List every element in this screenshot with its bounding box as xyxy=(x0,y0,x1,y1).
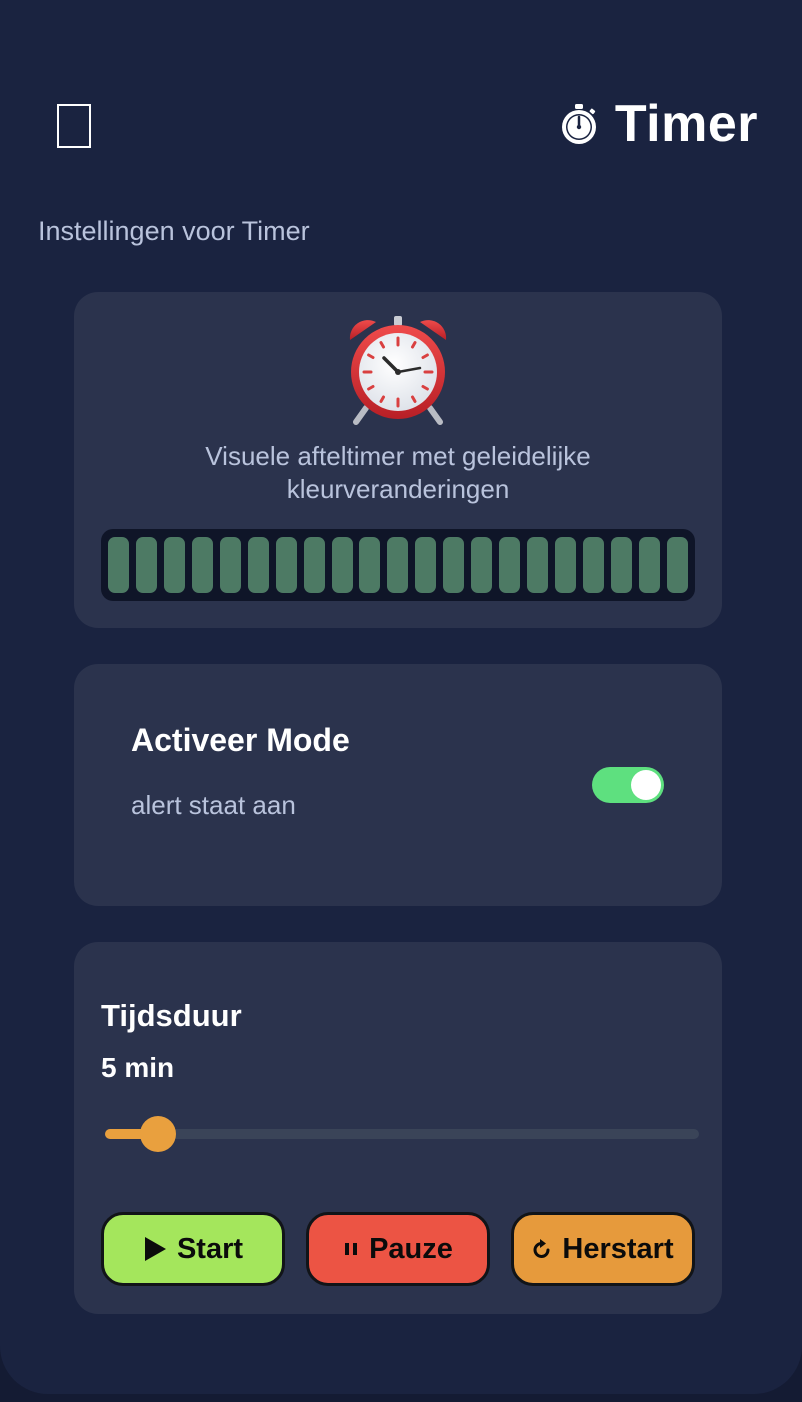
alarm-clock-icon xyxy=(349,316,447,425)
countdown-bar xyxy=(527,537,549,593)
countdown-bar xyxy=(415,537,437,593)
countdown-bar xyxy=(108,537,129,593)
countdown-bar xyxy=(359,537,381,593)
play-icon xyxy=(143,1236,167,1262)
title-text: Timer xyxy=(614,95,758,153)
countdown-bar xyxy=(610,537,632,593)
countdown-bar xyxy=(135,537,157,593)
countdown-bar xyxy=(471,537,493,593)
pause-label: Pauze xyxy=(369,1232,453,1265)
slider-thumb[interactable] xyxy=(140,1116,177,1152)
countdown-bar xyxy=(443,537,465,593)
page-title: Timer xyxy=(557,94,758,154)
start-button[interactable]: Start xyxy=(101,1212,285,1286)
stopwatch-icon xyxy=(561,104,596,144)
restart-icon xyxy=(532,1238,552,1260)
countdown-bar xyxy=(303,537,325,593)
start-label: Start xyxy=(176,1232,244,1265)
restart-button[interactable]: Herstart xyxy=(511,1212,695,1286)
control-buttons: Start Pauze Herstart xyxy=(101,1212,695,1286)
countdown-bar xyxy=(275,537,297,593)
countdown-bar xyxy=(666,537,688,593)
visual-timer-description: Visuele afteltimer met geleidelijke kleu… xyxy=(205,441,591,504)
mode-title: Activeer Mode xyxy=(131,722,350,758)
countdown-bar xyxy=(638,537,660,593)
countdown-bar xyxy=(219,537,241,593)
countdown-bar xyxy=(582,537,604,593)
pause-icon xyxy=(343,1241,359,1257)
countdown-bar xyxy=(499,537,521,593)
pause-button[interactable]: Pauze xyxy=(306,1212,490,1286)
app-screen: Timer Instellingen voor Timer Visuele af… xyxy=(0,0,802,1394)
duration-card: Tijdsduur 5 min Start Pauze Herstart xyxy=(74,942,722,1314)
restart-label: Herstart xyxy=(562,1232,674,1265)
countdown-bar xyxy=(331,537,353,593)
visual-timer-card: Visuele afteltimer met geleidelijke kleu… xyxy=(74,292,722,628)
countdown-bar xyxy=(191,537,213,593)
mode-card: Activeer Mode alert staat aan xyxy=(74,664,722,906)
duration-label: Tijdsduur xyxy=(101,998,242,1033)
mode-status: alert staat aan xyxy=(131,790,296,820)
countdown-bars xyxy=(101,529,695,601)
duration-slider[interactable] xyxy=(105,1116,699,1152)
back-icon[interactable] xyxy=(57,104,91,148)
countdown-bar xyxy=(387,537,409,593)
toggle-knob xyxy=(631,770,661,800)
mode-toggle[interactable] xyxy=(592,767,664,803)
countdown-bar xyxy=(163,537,185,593)
countdown-bar xyxy=(247,537,269,593)
duration-value: 5 min xyxy=(101,1052,175,1083)
settings-subtitle: Instellingen voor Timer xyxy=(38,216,310,246)
countdown-bar xyxy=(555,537,576,593)
